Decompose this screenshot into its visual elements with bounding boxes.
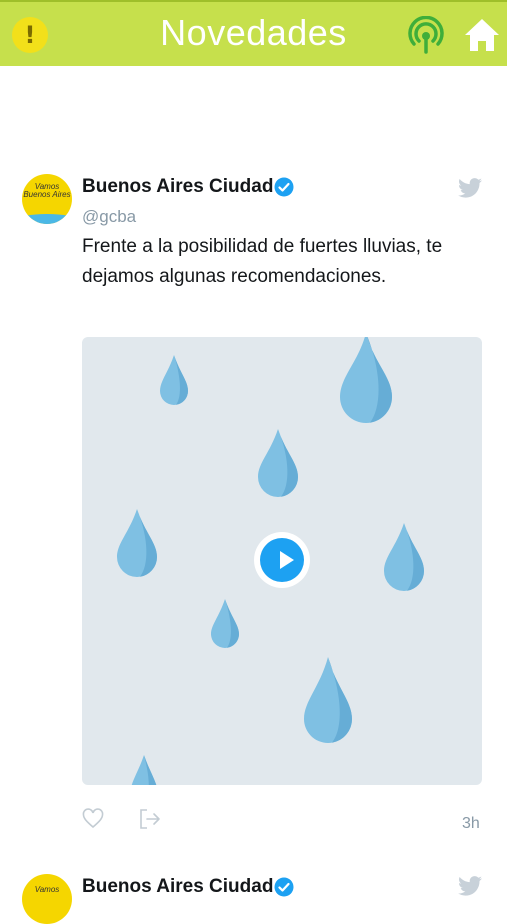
share-icon[interactable] <box>138 808 162 830</box>
tweet-card[interactable]: Vamos Buenos Aires Buenos Aires Ciudad @… <box>0 0 507 860</box>
avatar-text: Vamos Buenos Aires <box>23 182 71 199</box>
verified-badge-icon <box>274 877 294 897</box>
play-button[interactable] <box>254 532 310 588</box>
heart-icon[interactable] <box>82 808 104 830</box>
verified-badge-icon <box>274 177 294 197</box>
avatar[interactable]: Vamos <box>22 874 72 924</box>
account-handle[interactable]: @gcba <box>82 207 136 227</box>
tweet-card[interactable]: Vamos Buenos Aires Ciudad <box>0 860 507 924</box>
tweet-text: Frente a la posibilidad de fuertes lluvi… <box>82 236 443 287</box>
avatar[interactable]: Vamos Buenos Aires <box>22 174 72 224</box>
account-name[interactable]: Buenos Aires Ciudad <box>82 876 273 898</box>
tweet-timestamp[interactable]: 3h <box>462 815 480 833</box>
account-name[interactable]: Buenos Aires Ciudad <box>82 176 273 198</box>
avatar-wave <box>22 214 72 224</box>
play-icon <box>260 538 304 582</box>
raindrop-icon <box>160 355 188 405</box>
avatar-text: Vamos <box>34 885 60 894</box>
twitter-bird-icon[interactable] <box>458 876 482 896</box>
twitter-bird-icon[interactable] <box>458 178 482 198</box>
